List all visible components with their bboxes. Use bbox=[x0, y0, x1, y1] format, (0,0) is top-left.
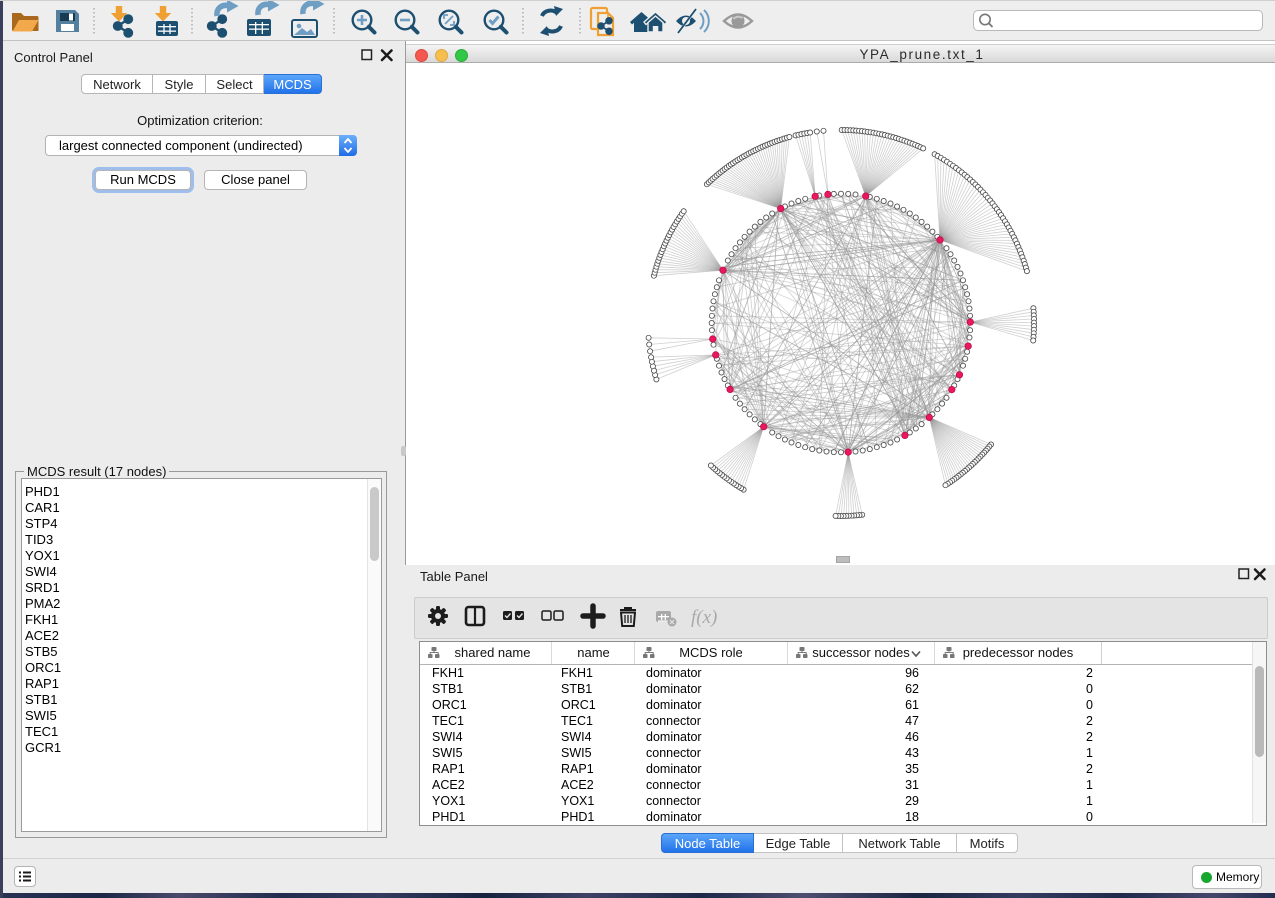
svg-text:f(x): f(x) bbox=[691, 607, 717, 628]
